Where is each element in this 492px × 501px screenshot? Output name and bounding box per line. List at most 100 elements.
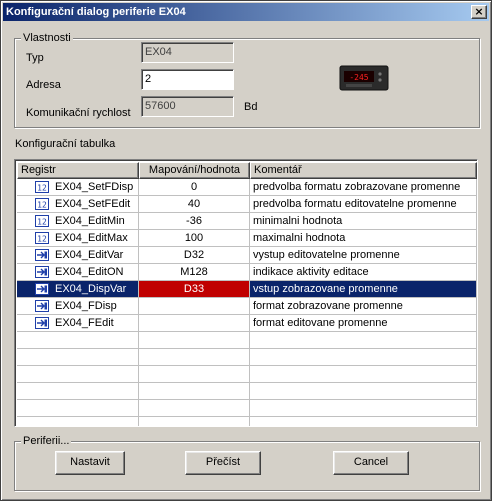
- table-row: [17, 349, 477, 366]
- number-register-icon: 12: [35, 181, 49, 193]
- cell-empty: [17, 349, 139, 366]
- cell-register[interactable]: EX04_DispVar: [17, 281, 139, 298]
- table-row[interactable]: 12 EX04_EditMax 100 maximalni hodnota: [17, 230, 477, 247]
- cell-register[interactable]: EX04_EditVar: [17, 247, 139, 264]
- cell-empty: [250, 349, 477, 366]
- cell-register[interactable]: EX04_FEdit: [17, 315, 139, 332]
- svg-text:12: 12: [37, 201, 47, 210]
- cell-register[interactable]: 12 EX04_EditMin: [17, 213, 139, 230]
- table-row[interactable]: EX04_FEdit format editovane promenne: [17, 315, 477, 332]
- cell-mapping[interactable]: 0: [139, 179, 250, 196]
- config-table-caption: Konfigurační tabulka: [15, 138, 116, 150]
- cell-mapping[interactable]: [139, 298, 250, 315]
- type-value: EX04: [145, 46, 172, 58]
- table-row[interactable]: 12 EX04_SetFDisp 0 predvolba formatu zobraz…: [17, 179, 477, 196]
- column-header-mapping[interactable]: Mapování/hodnota: [139, 162, 250, 179]
- table-row: [17, 400, 477, 417]
- window-title: Konfigurační dialog periferie EX04: [6, 6, 186, 18]
- type-label: Typ: [26, 52, 44, 64]
- close-icon: ×: [474, 5, 484, 18]
- cell-empty: [139, 366, 250, 383]
- table-row[interactable]: EX04_FDisp format zobrazovane promenne: [17, 298, 477, 315]
- cell-comment[interactable]: predvolba formatu zobrazovane promenne: [250, 179, 477, 196]
- type-field: EX04: [141, 42, 234, 63]
- cell-empty: [250, 400, 477, 417]
- cell-comment[interactable]: format zobrazovane promenne: [250, 298, 477, 315]
- number-register-icon: 12: [35, 215, 49, 227]
- cell-comment[interactable]: minimalni hodnota: [250, 213, 477, 230]
- cell-empty: [17, 366, 139, 383]
- config-table: Registr Mapování/hodnota Komentář 12 EX04…: [14, 159, 478, 427]
- table-body: 12 EX04_SetFDisp 0 predvolba formatu zobraz…: [17, 179, 477, 426]
- cell-mapping[interactable]: M128: [139, 264, 250, 281]
- device-display-image: -245: [339, 65, 389, 91]
- cell-empty: [139, 349, 250, 366]
- speed-field: 57600: [141, 96, 234, 117]
- cell-comment[interactable]: vstup zobrazovane promenne: [250, 281, 477, 298]
- address-label: Adresa: [26, 79, 61, 91]
- svg-text:12: 12: [37, 218, 47, 227]
- cell-comment[interactable]: vystup editovatelne promenne: [250, 247, 477, 264]
- cell-mapping[interactable]: 40: [139, 196, 250, 213]
- mapped-register-icon: [35, 283, 49, 295]
- table-row: [17, 332, 477, 349]
- column-header-comment[interactable]: Komentář: [250, 162, 477, 179]
- speed-value: 57600: [145, 100, 176, 112]
- address-input[interactable]: 2: [141, 69, 234, 90]
- mapped-register-icon: [35, 249, 49, 261]
- cell-register[interactable]: EX04_FDisp: [17, 298, 139, 315]
- svg-text:12: 12: [37, 184, 47, 193]
- cell-empty: [250, 332, 477, 349]
- properties-legend: Vlastnosti: [21, 32, 73, 44]
- table-row[interactable]: 12 EX04_EditMin -36 minimalni hodnota: [17, 213, 477, 230]
- title-bar: Konfigurační dialog periferie EX04 ×: [3, 3, 489, 21]
- cell-empty: [250, 383, 477, 400]
- register-name: EX04_SetFEdit: [55, 198, 131, 210]
- table-header: Registr Mapování/hodnota Komentář: [17, 162, 477, 179]
- register-name: EX04_EditVar: [55, 249, 124, 261]
- cell-empty: [17, 383, 139, 400]
- cell-empty: [139, 332, 250, 349]
- speed-unit: Bd: [244, 101, 258, 113]
- close-button[interactable]: ×: [471, 5, 487, 19]
- cell-comment[interactable]: format editovane promenne: [250, 315, 477, 332]
- svg-text:-245: -245: [349, 73, 368, 82]
- table-row[interactable]: EX04_EditVar D32 vystup editovatelne prome…: [17, 247, 477, 264]
- cell-empty: [250, 366, 477, 383]
- register-name: EX04_EditMax: [55, 232, 128, 244]
- cell-mapping[interactable]: -36: [139, 213, 250, 230]
- set-button[interactable]: Nastavit: [55, 451, 125, 475]
- column-header-register[interactable]: Registr: [17, 162, 139, 179]
- number-register-icon: 12: [35, 198, 49, 210]
- cell-comment[interactable]: predvolba formatu editovatelne promenne: [250, 196, 477, 213]
- table-row[interactable]: EX04_EditON M128 indikace aktivity editace: [17, 264, 477, 281]
- cell-empty: [250, 417, 477, 426]
- cell-mapping[interactable]: [139, 315, 250, 332]
- cell-mapping[interactable]: 100: [139, 230, 250, 247]
- cell-comment[interactable]: maximalni hodnota: [250, 230, 477, 247]
- cell-register[interactable]: 12 EX04_EditMax: [17, 230, 139, 247]
- register-name: EX04_SetFDisp: [55, 181, 134, 193]
- cell-empty: [17, 417, 139, 426]
- speed-label: Komunikační rychlost: [26, 107, 131, 119]
- cell-register[interactable]: 12 EX04_SetFEdit: [17, 196, 139, 213]
- table-row: [17, 366, 477, 383]
- register-name: EX04_EditON: [55, 266, 124, 278]
- number-register-icon: 12: [35, 232, 49, 244]
- table-row[interactable]: EX04_DispVar D33 vstup zobrazovane promenn…: [17, 281, 477, 298]
- cell-register[interactable]: EX04_EditON: [17, 264, 139, 281]
- read-button[interactable]: Přečíst: [185, 451, 261, 475]
- cell-comment[interactable]: indikace aktivity editace: [250, 264, 477, 281]
- table-row: [17, 383, 477, 400]
- table-row: [17, 417, 477, 426]
- cell-mapping[interactable]: D33: [139, 281, 250, 298]
- cell-empty: [139, 383, 250, 400]
- cancel-button[interactable]: Cancel: [333, 451, 409, 475]
- table-row[interactable]: 12 EX04_SetFEdit 40 predvolba formatu edito…: [17, 196, 477, 213]
- config-dialog-window: Konfigurační dialog periferie EX04 × Vla…: [0, 0, 492, 501]
- cell-register[interactable]: 12 EX04_SetFDisp: [17, 179, 139, 196]
- register-name: EX04_FEdit: [55, 317, 114, 329]
- mapped-register-icon: [35, 266, 49, 278]
- address-value: 2: [145, 73, 152, 85]
- cell-mapping[interactable]: D32: [139, 247, 250, 264]
